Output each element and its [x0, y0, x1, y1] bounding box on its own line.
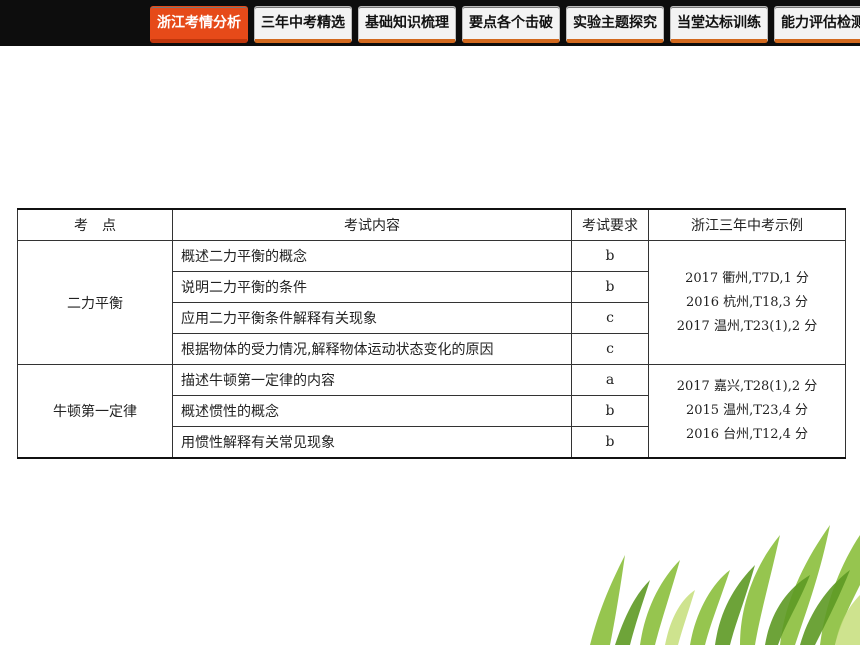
example-item: 2016 台州,T12,4 分	[685, 427, 809, 442]
cell-content: 概述二力平衡的概念	[172, 240, 572, 272]
header-examples: 浙江三年中考示例	[648, 208, 846, 241]
cell-content: 应用二力平衡条件解释有关现象	[172, 302, 572, 334]
example-item: 2016 杭州,T18,3 分	[685, 294, 809, 310]
cell-requirement: b	[571, 426, 649, 459]
table-header-row: 考 点 考试内容 考试要求 浙江三年中考示例	[17, 208, 846, 241]
cell-requirement: c	[571, 333, 649, 365]
nav-tab-3[interactable]: 要点各个击破	[462, 6, 560, 43]
example-item: 2015 温州,T23,4 分	[685, 403, 809, 418]
nav-tab-1[interactable]: 三年中考精选	[254, 6, 352, 43]
example-item: 2017 嘉兴,T28(1),2 分	[676, 379, 818, 394]
cell-topic: 牛顿第一定律	[17, 364, 173, 459]
nav-tab-2[interactable]: 基础知识梳理	[358, 6, 456, 43]
cell-requirement: a	[571, 364, 649, 396]
header-content: 考试内容	[172, 208, 572, 241]
nav-tab-5[interactable]: 当堂达标训练	[670, 6, 768, 43]
nav-tab-4[interactable]: 实验主题探究	[566, 6, 664, 43]
leaf-decoration	[590, 525, 860, 645]
cell-examples: 2017 衢州,T7D,1 分 2016 杭州,T18,3 分 2017 温州,T2…	[648, 240, 846, 365]
cell-requirement: c	[571, 302, 649, 334]
table-row: 牛顿第一定律 描述牛顿第一定律的内容 a 2017 嘉兴,T28(1),2 分 2015…	[17, 364, 846, 459]
cell-content: 用惯性解释有关常见现象	[172, 426, 572, 459]
example-item: 2017 衢州,T7D,1 分	[685, 270, 809, 286]
slide: 浙江考情分析 三年中考精选 基础知识梳理 要点各个击破 实验主题探究 当堂达标训练 能力评估…	[0, 0, 860, 645]
example-item: 2017 温州,T23(1),2 分	[676, 318, 818, 334]
cell-content: 描述牛顿第一定律的内容	[172, 364, 572, 396]
exam-table: 考 点 考试内容 考试要求 浙江三年中考示例 二力平衡 概述二力平衡的概念 b 201…	[17, 208, 846, 459]
cell-requirement: b	[571, 240, 649, 272]
nav-tab-6[interactable]: 能力评估检测	[774, 6, 860, 43]
cell-topic: 二力平衡	[17, 240, 173, 365]
cell-requirement: b	[571, 395, 649, 427]
table-body: 二力平衡 概述二力平衡的概念 b 2017 衢州,T7D,1 分 2016 杭州,T18…	[17, 240, 846, 459]
cell-content: 根据物体的受力情况,解释物体运动状态变化的原因	[172, 333, 572, 365]
cell-content: 概述惯性的概念	[172, 395, 572, 427]
cell-requirement: b	[571, 271, 649, 303]
top-nav-bar: 浙江考情分析 三年中考精选 基础知识梳理 要点各个击破 实验主题探究 当堂达标训练 能力评估…	[0, 0, 860, 46]
header-topic: 考 点	[17, 208, 173, 241]
cell-content: 说明二力平衡的条件	[172, 271, 572, 303]
table-row: 二力平衡 概述二力平衡的概念 b 2017 衢州,T7D,1 分 2016 杭州,T18…	[17, 240, 846, 365]
header-requirement: 考试要求	[571, 208, 649, 241]
cell-examples: 2017 嘉兴,T28(1),2 分 2015 温州,T23,4 分 2016 台州…	[648, 364, 846, 459]
nav-tabs: 浙江考情分析 三年中考精选 基础知识梳理 要点各个击破 实验主题探究 当堂达标训练 能力评估…	[150, 6, 860, 43]
nav-tab-0[interactable]: 浙江考情分析	[150, 6, 248, 43]
